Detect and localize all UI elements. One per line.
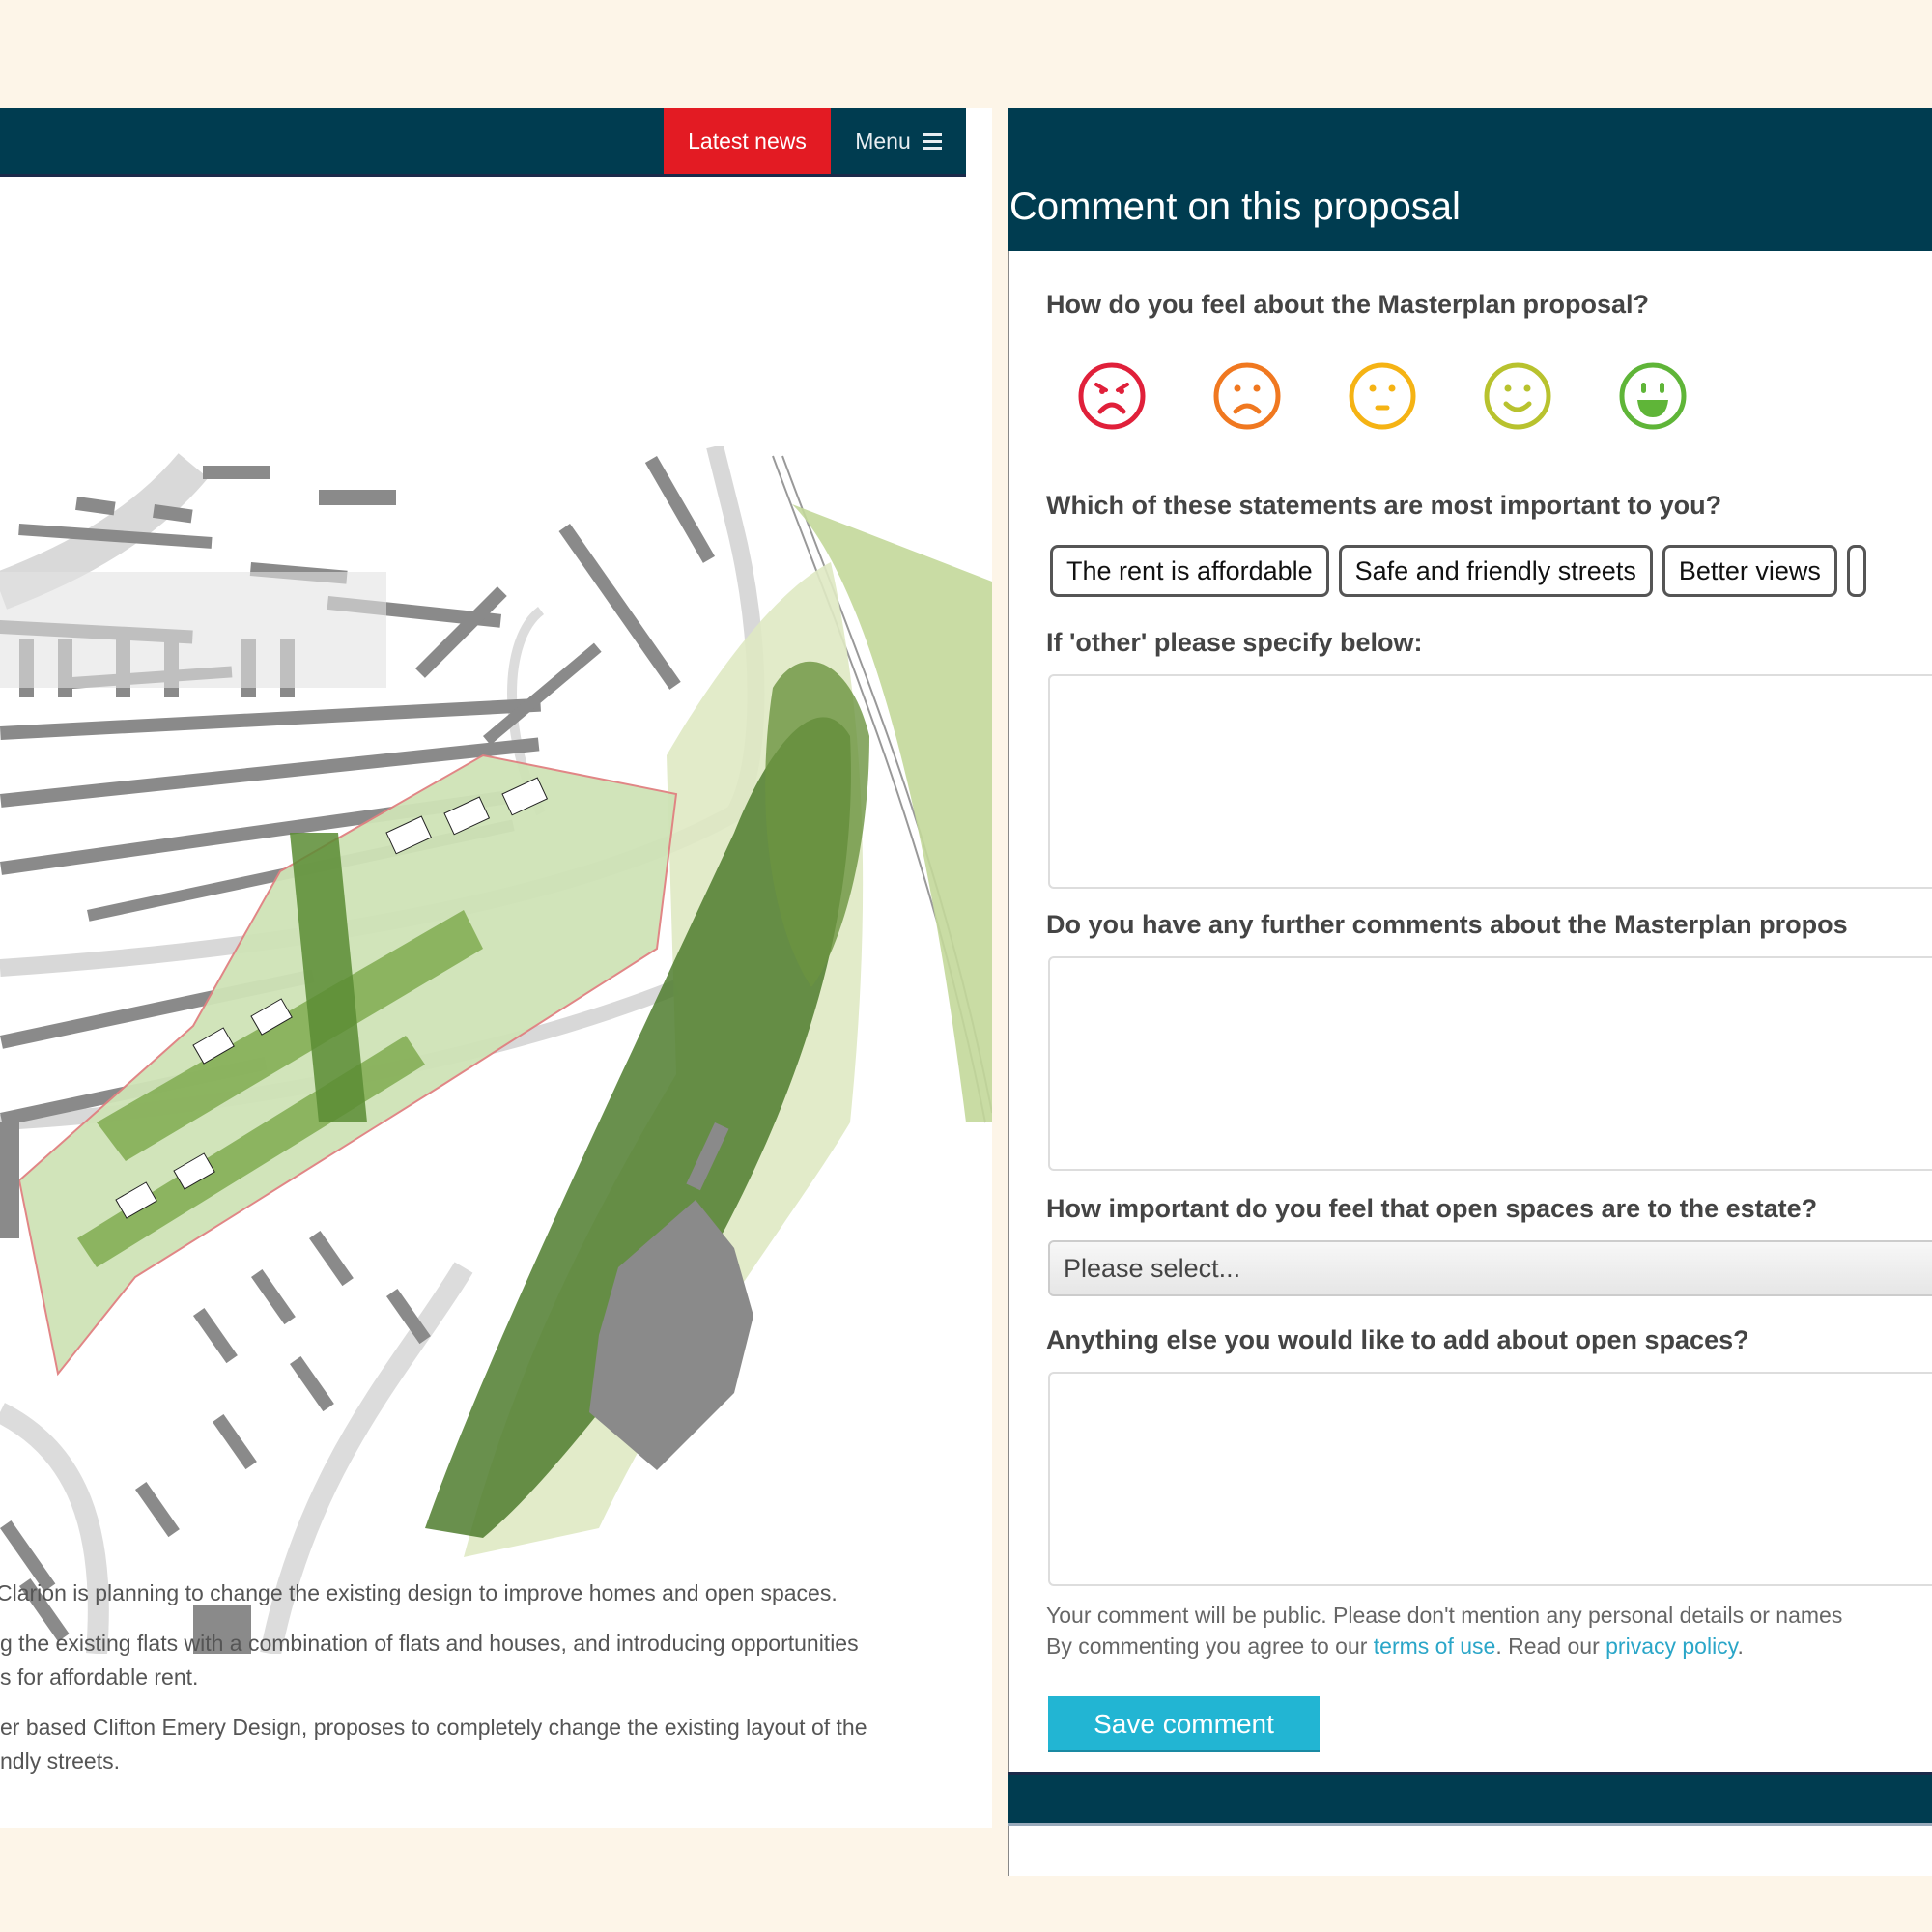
menu-label: Menu (855, 128, 911, 154)
q5-label: How important do you feel that open spac… (1046, 1194, 1818, 1223)
article-paragraph-2-line-2: s for affordable rent. (0, 1664, 199, 1690)
option-safe-friendly-streets[interactable]: Safe and friendly streets (1338, 545, 1653, 597)
other-specify-textarea[interactable] (1048, 674, 1932, 889)
notice-middle: . Read our (1495, 1634, 1606, 1659)
option-more[interactable] (1846, 545, 1866, 597)
option-better-views[interactable]: Better views (1662, 545, 1837, 597)
very-unhappy-face-icon[interactable] (1077, 361, 1147, 431)
very-happy-face-icon[interactable] (1618, 361, 1688, 431)
article-paragraph-3-line-2: ndly streets. (0, 1748, 120, 1774)
happy-face-icon[interactable] (1483, 361, 1552, 431)
further-comments-textarea[interactable] (1048, 956, 1932, 1171)
notice-line-2: By commenting you agree to our terms of … (1046, 1631, 1842, 1662)
article-paragraph-1: Clarion is planning to change the existi… (0, 1580, 838, 1605)
q2-label: Which of these statements are most impor… (1046, 491, 1722, 520)
q1-label: How do you feel about the Masterplan pro… (1046, 290, 1650, 319)
latest-news-link[interactable]: Latest news (664, 108, 831, 174)
option-rent-affordable[interactable]: The rent is affordable (1050, 545, 1329, 597)
sentiment-rating (1077, 361, 1688, 431)
q6-label: Anything else you would like to add abou… (1046, 1325, 1749, 1354)
comment-form: How do you feel about the Masterplan pro… (1008, 251, 1932, 1876)
comment-form-panel: Comment on this proposal How do you feel… (1008, 108, 1932, 1876)
site-plan-illustration (0, 446, 992, 1654)
open-spaces-comments-textarea[interactable] (1048, 1372, 1932, 1586)
site-plan-image (0, 446, 992, 1654)
save-comment-button[interactable]: Save comment (1048, 1696, 1320, 1750)
statement-options: The rent is affordable Safe and friendly… (1050, 545, 1866, 597)
form-title: Comment on this proposal (1009, 185, 1461, 228)
article-paragraph-3-line-1: er based Clifton Emery Design, proposes … (0, 1715, 867, 1740)
open-spaces-importance-select[interactable]: Please select... (1048, 1240, 1932, 1296)
article-paragraph-2-line-1: g the existing flats with a combination … (0, 1631, 859, 1656)
left-panel: Latest news Menu Clarion is planning to … (0, 108, 992, 1828)
article-text: Clarion is planning to change the existi… (0, 1577, 992, 1795)
privacy-policy-link[interactable]: privacy policy (1605, 1634, 1737, 1659)
top-navigation-bar: Latest news Menu (0, 108, 966, 177)
hamburger-icon (922, 129, 942, 154)
unhappy-face-icon[interactable] (1212, 361, 1282, 431)
notice-suffix: . (1737, 1634, 1744, 1659)
notice-prefix: By commenting you agree to our (1046, 1634, 1374, 1659)
terms-of-use-link[interactable]: terms of use (1374, 1634, 1496, 1659)
q4-label: Do you have any further comments about t… (1046, 910, 1848, 939)
form-footer-bar (1008, 1772, 1932, 1826)
q3-label: If 'other' please specify below: (1046, 628, 1423, 657)
form-header: Comment on this proposal (1008, 108, 1932, 251)
public-comment-notice: Your comment will be public. Please don'… (1046, 1600, 1842, 1662)
notice-line-1: Your comment will be public. Please don'… (1046, 1603, 1843, 1628)
neutral-face-icon[interactable] (1348, 361, 1417, 431)
menu-button[interactable]: Menu (831, 108, 966, 174)
